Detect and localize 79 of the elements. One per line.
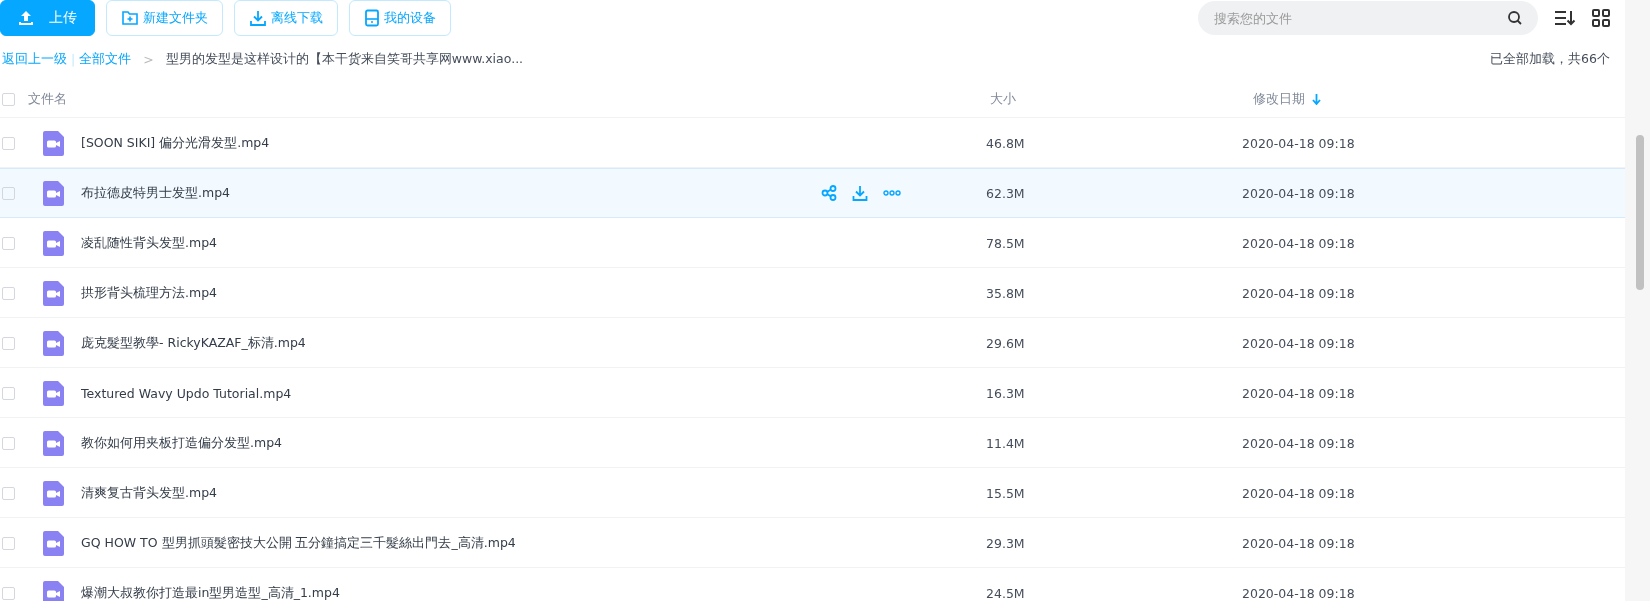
file-name[interactable]: [SOON SIKI] 偏分光滑发型.mp4 [81, 134, 821, 152]
file-name[interactable]: 拱形背头梳理方法.mp4 [81, 284, 821, 302]
file-size: 46.8M [986, 135, 1026, 151]
file-size: 78.5M [986, 235, 1026, 251]
row-checkbox[interactable] [2, 186, 15, 200]
file-name[interactable]: 凌乱随性背头发型.mp4 [81, 234, 821, 252]
modified-date: 2020-04-18 09:18 [1241, 585, 1355, 601]
file-name[interactable]: GQ HOW TO 型男抓頭髮密技大公開 五分鐘搞定三千髮絲出門去_高清.mp4 [81, 534, 821, 552]
video-file-icon [43, 280, 64, 306]
more-icon[interactable] [883, 190, 901, 196]
file-size: 29.3M [986, 535, 1026, 551]
row-checkbox[interactable] [2, 336, 15, 350]
file-size: 11.4M [986, 435, 1026, 451]
video-file-icon [43, 530, 64, 556]
file-size: 62.3M [986, 185, 1026, 201]
video-file-icon [43, 180, 64, 206]
load-status: 已全部加载，共66个 [1490, 50, 1610, 68]
file-row[interactable]: 爆潮大叔教你打造最in型男造型_高清_1.mp4 24.5M 2020-04-18 09:18 [0, 568, 1625, 601]
row-checkbox[interactable] [2, 486, 15, 500]
file-row[interactable]: 清爽复古背头发型.mp4 15.5M 2020-04-18 09:18 [0, 468, 1625, 518]
scrollbar-thumb[interactable] [1636, 135, 1644, 290]
file-row[interactable]: 庞克髮型教學- RickyKAZAF_标清.mp4 29.6M 2020-04-18 09:18 [0, 318, 1625, 368]
current-folder: 型男的发型是这样设计的【本干货来自笑哥共享网www.xiao... [165, 50, 524, 68]
download-icon [249, 9, 267, 27]
file-size: 35.8M [986, 285, 1026, 301]
modified-date: 2020-04-18 09:18 [1241, 335, 1355, 351]
file-name[interactable]: Textured Wavy Updo Tutorial.mp4 [81, 385, 821, 401]
modified-date: 2020-04-18 09:18 [1241, 535, 1355, 551]
file-name[interactable]: 清爽复古背头发型.mp4 [81, 484, 821, 502]
download-icon[interactable] [852, 185, 868, 201]
file-row[interactable]: GQ HOW TO 型男抓頭髮密技大公開 五分鐘搞定三千髮絲出門去_高清.mp4 29.3M 2020-04-18 09:18 [0, 518, 1625, 568]
modified-date: 2020-04-18 09:18 [1241, 435, 1355, 451]
file-row[interactable]: 凌乱随性背头发型.mp4 78.5M 2020-04-18 09:18 [0, 218, 1625, 268]
video-file-icon [43, 480, 64, 506]
video-file-icon [43, 430, 64, 456]
select-all-checkbox[interactable] [2, 93, 15, 106]
folder-plus-icon [121, 9, 139, 27]
sort-down-icon [1312, 94, 1321, 105]
file-size: 16.3M [986, 385, 1026, 401]
search-icon[interactable] [1507, 10, 1523, 26]
column-header[interactable]: 大小 [990, 91, 1050, 108]
file-row[interactable]: 教你如何用夹板打造偏分发型.mp4 11.4M 2020-04-18 09:18 [0, 418, 1625, 468]
row-checkbox[interactable] [2, 136, 15, 150]
upload-icon [17, 9, 35, 27]
modified-date: 2020-04-18 09:18 [1241, 235, 1355, 251]
file-name[interactable]: 庞克髮型教學- RickyKAZAF_标清.mp4 [81, 334, 821, 352]
file-row[interactable]: 布拉德皮特男士发型.mp4 62.3M 2020-04-18 09:18 [0, 168, 1625, 218]
modified-date: 2020-04-18 09:18 [1241, 185, 1355, 201]
row-checkbox[interactable] [2, 286, 15, 300]
grid-view-icon[interactable] [1592, 9, 1610, 27]
device-icon [364, 9, 380, 27]
column-header[interactable]: 修改日期 [1253, 91, 1321, 108]
row-checkbox[interactable] [2, 586, 15, 600]
modified-date: 2020-04-18 09:18 [1241, 135, 1355, 151]
share-icon[interactable] [821, 185, 837, 201]
modified-date: 2020-04-18 09:18 [1241, 285, 1355, 301]
video-file-icon [43, 130, 64, 156]
video-file-icon [43, 330, 64, 356]
sort-icon[interactable] [1554, 9, 1576, 27]
separator: | [71, 51, 76, 67]
file-row[interactable]: Textured Wavy Updo Tutorial.mp4 16.3M 2020-04-18 09:18 [0, 368, 1625, 418]
file-name[interactable]: 教你如何用夹板打造偏分发型.mp4 [81, 434, 821, 452]
breadcrumb-arrow: > [143, 51, 154, 67]
file-size: 29.6M [986, 335, 1026, 351]
modified-date: 2020-04-18 09:18 [1241, 485, 1355, 501]
row-checkbox[interactable] [2, 386, 15, 400]
column-header[interactable]: 文件名 [28, 91, 990, 108]
search-field[interactable]: 搜索您的文件 [1198, 1, 1538, 35]
video-file-icon [43, 380, 64, 406]
file-size: 24.5M [986, 585, 1026, 601]
file-name[interactable]: 布拉德皮特男士发型.mp4 [81, 184, 821, 202]
row-checkbox[interactable] [2, 236, 15, 250]
modified-date: 2020-04-18 09:18 [1241, 385, 1355, 401]
video-file-icon [43, 230, 64, 256]
file-size: 15.5M [986, 485, 1026, 501]
file-name[interactable]: 爆潮大叔教你打造最in型男造型_高清_1.mp4 [81, 584, 821, 601]
file-row[interactable]: 拱形背头梳理方法.mp4 35.8M 2020-04-18 09:18 [0, 268, 1625, 318]
row-checkbox[interactable] [2, 536, 15, 550]
row-checkbox[interactable] [2, 436, 15, 450]
